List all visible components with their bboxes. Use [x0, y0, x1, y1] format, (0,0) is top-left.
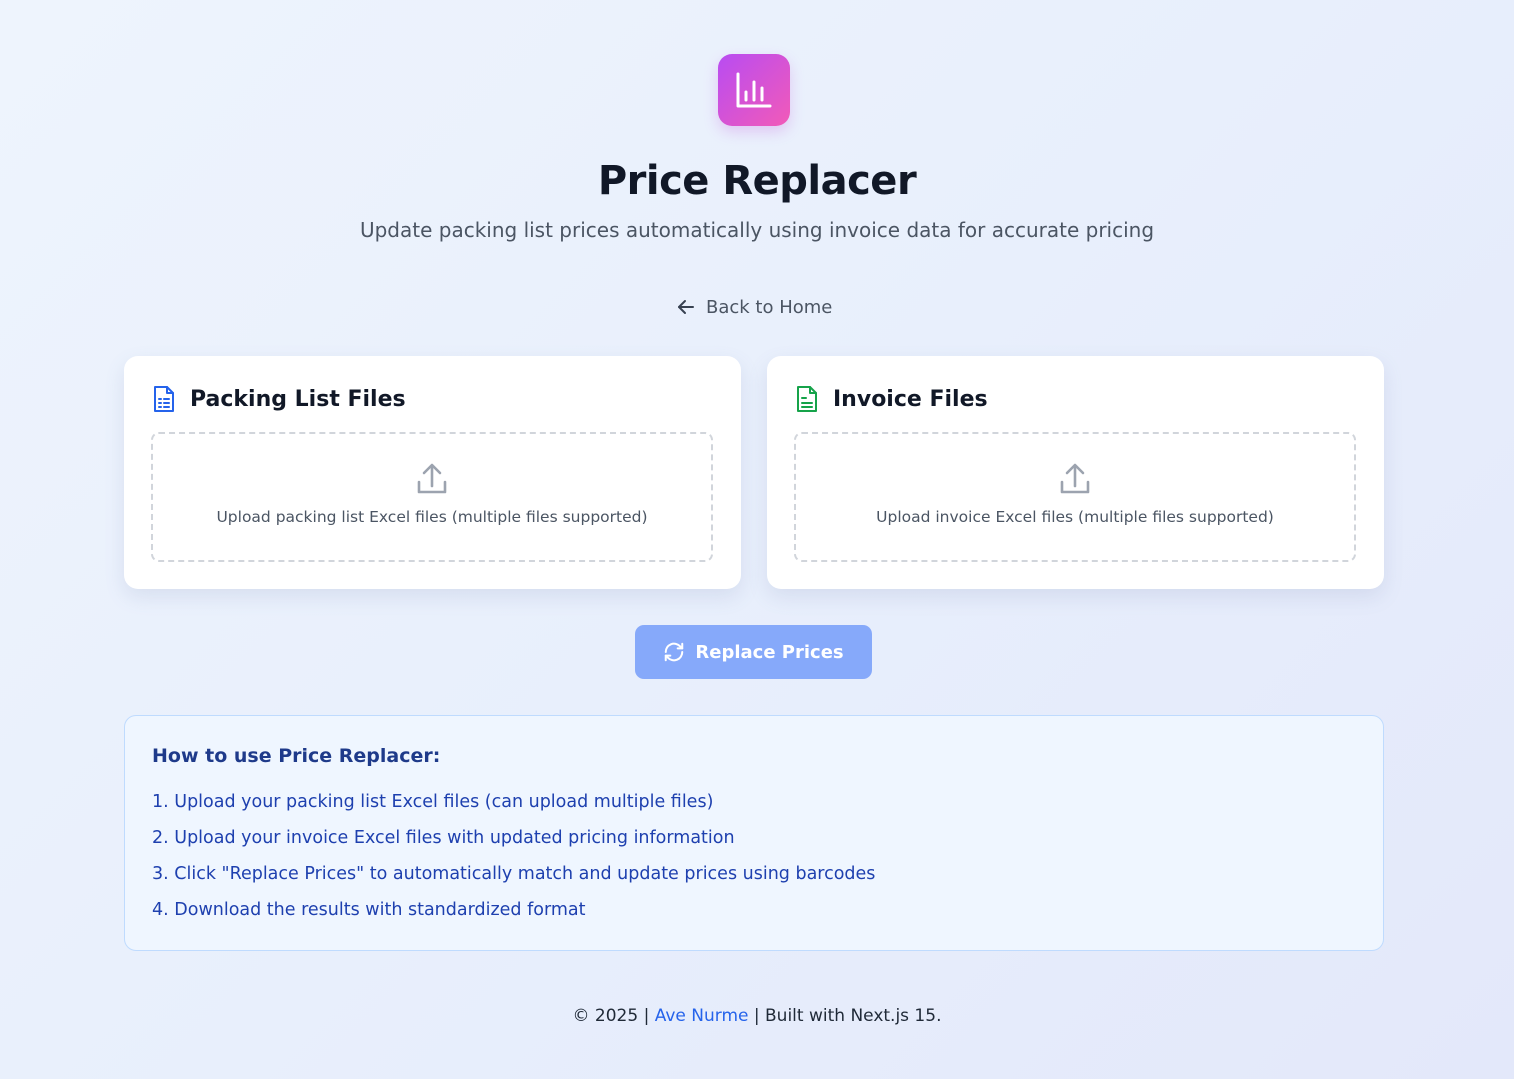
invoice-card: Invoice Files Upload invoice Excel files… [767, 356, 1384, 589]
invoice-dropzone[interactable]: Upload invoice Excel files (multiple fil… [794, 432, 1356, 562]
file-spreadsheet-icon [154, 386, 174, 412]
packing-list-upload-text: Upload packing list Excel files (multipl… [216, 508, 648, 526]
how-to-step: 2. Upload your invoice Excel files with … [152, 828, 735, 848]
how-to-steps: 1. Upload your packing list Excel files … [152, 790, 875, 934]
how-to-step: 4. Download the results with standardize… [152, 900, 586, 920]
arrow-left-icon [678, 300, 694, 314]
upload-icon [417, 463, 447, 494]
footer-copyright: © 2025 | [572, 1006, 650, 1026]
packing-list-card: Packing List Files Upload packing list E… [124, 356, 741, 589]
packing-list-card-header: Packing List Files [152, 384, 406, 414]
upload-icon [1060, 463, 1090, 494]
refresh-icon [665, 642, 684, 662]
invoice-card-header: Invoice Files [795, 384, 988, 414]
back-to-home-label: Back to Home [706, 296, 833, 318]
how-to-title: How to use Price Replacer: [152, 745, 441, 767]
app-logo [718, 54, 790, 126]
footer-built-with: | Built with Next.js 15. [753, 1006, 942, 1026]
invoice-upload-text: Upload invoice Excel files (multiple fil… [876, 508, 1274, 526]
how-to-panel: How to use Price Replacer: 1. Upload you… [124, 715, 1384, 951]
back-to-home-link[interactable]: Back to Home [676, 294, 832, 320]
page-title: Price Replacer [597, 158, 917, 204]
page-subtitle: Update packing list prices automatically… [359, 218, 1155, 242]
replace-prices-label: Replace Prices [695, 641, 844, 663]
packing-list-title: Packing List Files [190, 386, 406, 412]
how-to-step: 1. Upload your packing list Excel files … [152, 792, 714, 812]
invoice-title: Invoice Files [833, 386, 988, 412]
file-text-icon [797, 386, 817, 412]
how-to-step: 3. Click "Replace Prices" to automatical… [152, 864, 876, 884]
packing-list-dropzone[interactable]: Upload packing list Excel files (multipl… [151, 432, 713, 562]
bar-chart-icon [736, 72, 772, 108]
footer-author-link[interactable]: Ave Nurme [655, 1006, 749, 1026]
replace-prices-button[interactable]: Replace Prices [635, 625, 872, 679]
page-footer: © 2025 | Ave Nurme | Built with Next.js … [0, 1006, 1514, 1026]
